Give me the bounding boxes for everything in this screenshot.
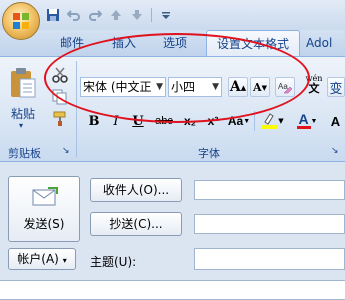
account-button[interactable]: 帐户(A) ▾ [8, 248, 76, 270]
subject-label: 主题(U): [90, 255, 137, 269]
change-case-label: Aa [227, 114, 244, 128]
font-group-label: 字体 [198, 147, 220, 160]
office-logo-icon [13, 13, 29, 29]
chevron-down-icon: ▼ [212, 82, 219, 92]
highlight-button[interactable]: ▼ [259, 111, 285, 131]
shrink-font-button[interactable]: A ▼ [250, 77, 270, 97]
tab-format-text[interactable]: 设置文本格式 [206, 30, 300, 56]
paste-icon [11, 68, 36, 98]
font-color-label: A [298, 111, 309, 127]
underline-button[interactable]: U [128, 111, 148, 131]
quick-access-toolbar [44, 5, 175, 25]
to-field[interactable] [194, 180, 345, 200]
redo-icon[interactable] [86, 6, 104, 24]
tab-options[interactable]: 选项 [153, 30, 197, 56]
copy-icon[interactable] [52, 89, 70, 107]
clipboard-launcher-icon[interactable]: ↘ [62, 146, 70, 156]
paste-dropdown-icon: ▾ [19, 121, 24, 130]
account-label: 帐户(A) [17, 252, 59, 266]
undo-icon[interactable] [65, 6, 83, 24]
grow-font-label: A [229, 79, 241, 95]
qat-separator [151, 8, 152, 22]
ribbon: 粘贴 ▾ 剪贴板 ↘ 宋体 (中文正 ▼ 小四 ▼ A ▲ A ▼ Aa wén 文… [0, 56, 345, 162]
grow-font-button[interactable]: A ▲ [228, 77, 248, 97]
font-name-value: 宋体 (中文正 [83, 80, 152, 94]
to-button[interactable]: 收件人(O)... [90, 178, 182, 202]
tab-mail[interactable]: 邮件 [52, 30, 92, 56]
cc-button[interactable]: 抄送(C)... [90, 212, 182, 236]
font-size-dropdown[interactable]: 小四 ▼ [168, 77, 222, 97]
font-launcher-icon[interactable]: ↘ [331, 146, 339, 156]
button-separator [254, 111, 255, 131]
customize-qat-icon[interactable] [157, 6, 175, 24]
character-shading-button[interactable]: A [326, 111, 345, 131]
up-arrow-icon[interactable] [107, 6, 125, 24]
message-header-form: 发送(S) 收件人(O)... 抄送(C)... 帐户(A) ▾ 主题(U): [0, 162, 345, 300]
tab-adobe[interactable]: Adol [306, 30, 345, 56]
subscript-button[interactable]: x₂ [180, 111, 200, 131]
chevron-down-icon: ▾ [62, 256, 67, 265]
phonetic-guide-button[interactable]: wén 文 [303, 75, 325, 95]
message-body[interactable] [0, 280, 345, 300]
clear-formatting-icon: Aa [278, 82, 293, 94]
italic-button[interactable]: I [106, 111, 126, 131]
font-name-dropdown[interactable]: 宋体 (中文正 ▼ [80, 77, 166, 97]
office-button[interactable] [2, 2, 40, 40]
font-size-value: 小四 [171, 80, 196, 94]
send-button[interactable]: 发送(S) [8, 176, 80, 242]
ribbon-tab-row: 邮件 插入 选项 设置文本格式 Adol [0, 30, 345, 56]
paste-button[interactable]: 粘贴 ▾ [5, 67, 41, 133]
superscript-button[interactable]: x² [203, 111, 223, 131]
enclose-character-button[interactable]: 变 [327, 77, 345, 97]
save-icon[interactable] [44, 6, 62, 24]
send-label: 发送(S) [23, 217, 65, 231]
group-separator [76, 61, 77, 157]
strikethrough-button[interactable]: abc [151, 111, 177, 131]
clipboard-group-label: 剪贴板 [8, 147, 41, 160]
change-case-button[interactable]: Aa ▼ [227, 111, 251, 131]
down-arrow-icon[interactable] [128, 6, 146, 24]
shrink-font-label: A [253, 80, 262, 94]
tab-insert[interactable]: 插入 [102, 30, 146, 56]
chevron-down-icon: ▼ [156, 82, 163, 92]
bold-button[interactable]: B [84, 111, 104, 131]
font-color-button[interactable]: A ▼ [292, 111, 322, 131]
font-color-swatch [296, 126, 311, 129]
cc-field[interactable] [194, 214, 345, 234]
paste-label: 粘贴 [11, 107, 36, 121]
clear-formatting-button[interactable]: Aa [275, 77, 295, 97]
format-painter-icon[interactable] [52, 111, 70, 129]
send-envelope-icon [32, 187, 58, 206]
subject-field[interactable] [194, 248, 345, 270]
svg-text:Aa: Aa [278, 82, 288, 91]
enclose-character-label: 变 [329, 81, 343, 97]
cut-icon[interactable] [52, 67, 70, 85]
highlight-icon [261, 113, 278, 129]
